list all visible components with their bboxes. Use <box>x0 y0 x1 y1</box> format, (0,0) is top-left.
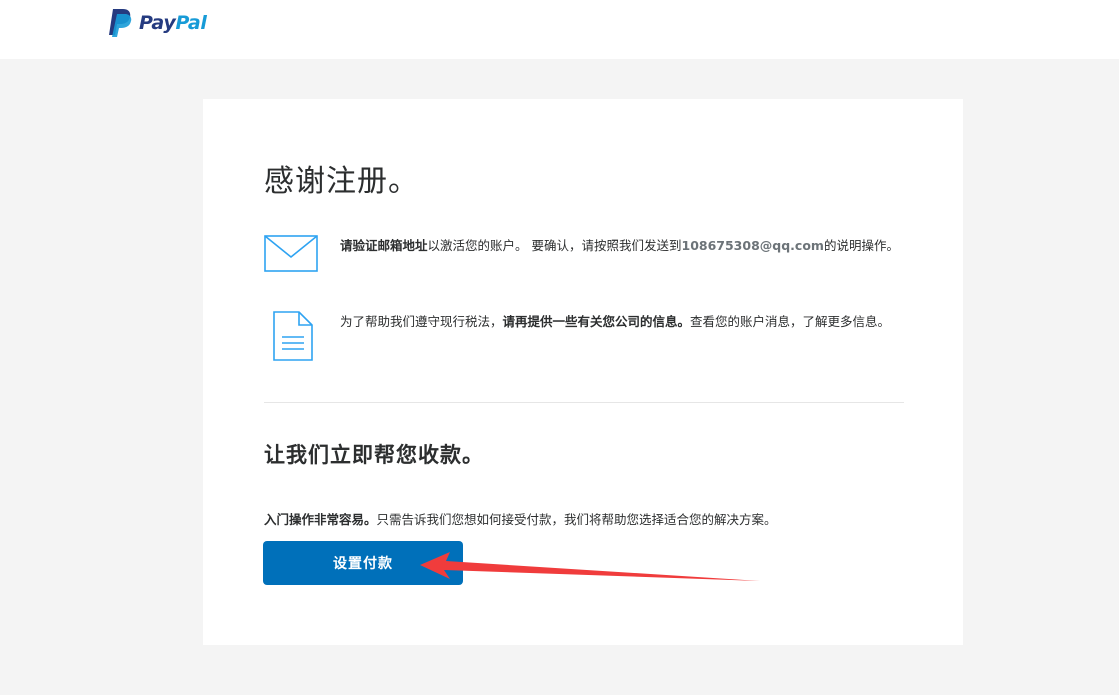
verify-email-link[interactable]: 请验证邮箱地址 <box>340 238 428 253</box>
signup-card: 感谢注册。 请验证邮箱地址以激活您的账户。 要确认，请按照我们发送到108675… <box>203 99 963 645</box>
paypal-logo[interactable]: PayPal <box>108 9 207 37</box>
email-address: 108675308@qq.com <box>681 238 824 253</box>
verify-email-text: 请验证邮箱地址以激活您的账户。 要确认，请按照我们发送到108675308@qq… <box>340 238 899 253</box>
verify-email-row: 请验证邮箱地址以激活您的账户。 要确认，请按照我们发送到108675308@qq… <box>264 235 904 275</box>
section-title: 让我们立即帮您收款。 <box>264 443 484 467</box>
envelope-icon <box>264 235 318 272</box>
page-title: 感谢注册。 <box>264 164 419 199</box>
business-info-link[interactable]: 请再提供一些有关您公司的信息。 <box>503 314 691 329</box>
document-icon <box>273 311 313 361</box>
section-divider <box>264 402 904 403</box>
paypal-p-icon <box>109 9 132 37</box>
top-bar: PayPal <box>0 0 1119 59</box>
business-info-row: 为了帮助我们遵守现行税法，请再提供一些有关您公司的信息。查看您的账户消息，了解更… <box>264 311 904 363</box>
setup-payment-button[interactable]: 设置付款 <box>263 541 463 585</box>
paypal-wordmark: PayPal <box>139 12 207 34</box>
intro-text: 入门操作非常容易。只需告诉我们您想如何接受付款，我们将帮助您选择适合您的解决方案… <box>264 512 777 527</box>
business-info-text: 为了帮助我们遵守现行税法，请再提供一些有关您公司的信息。查看您的账户消息，了解更… <box>340 314 891 329</box>
